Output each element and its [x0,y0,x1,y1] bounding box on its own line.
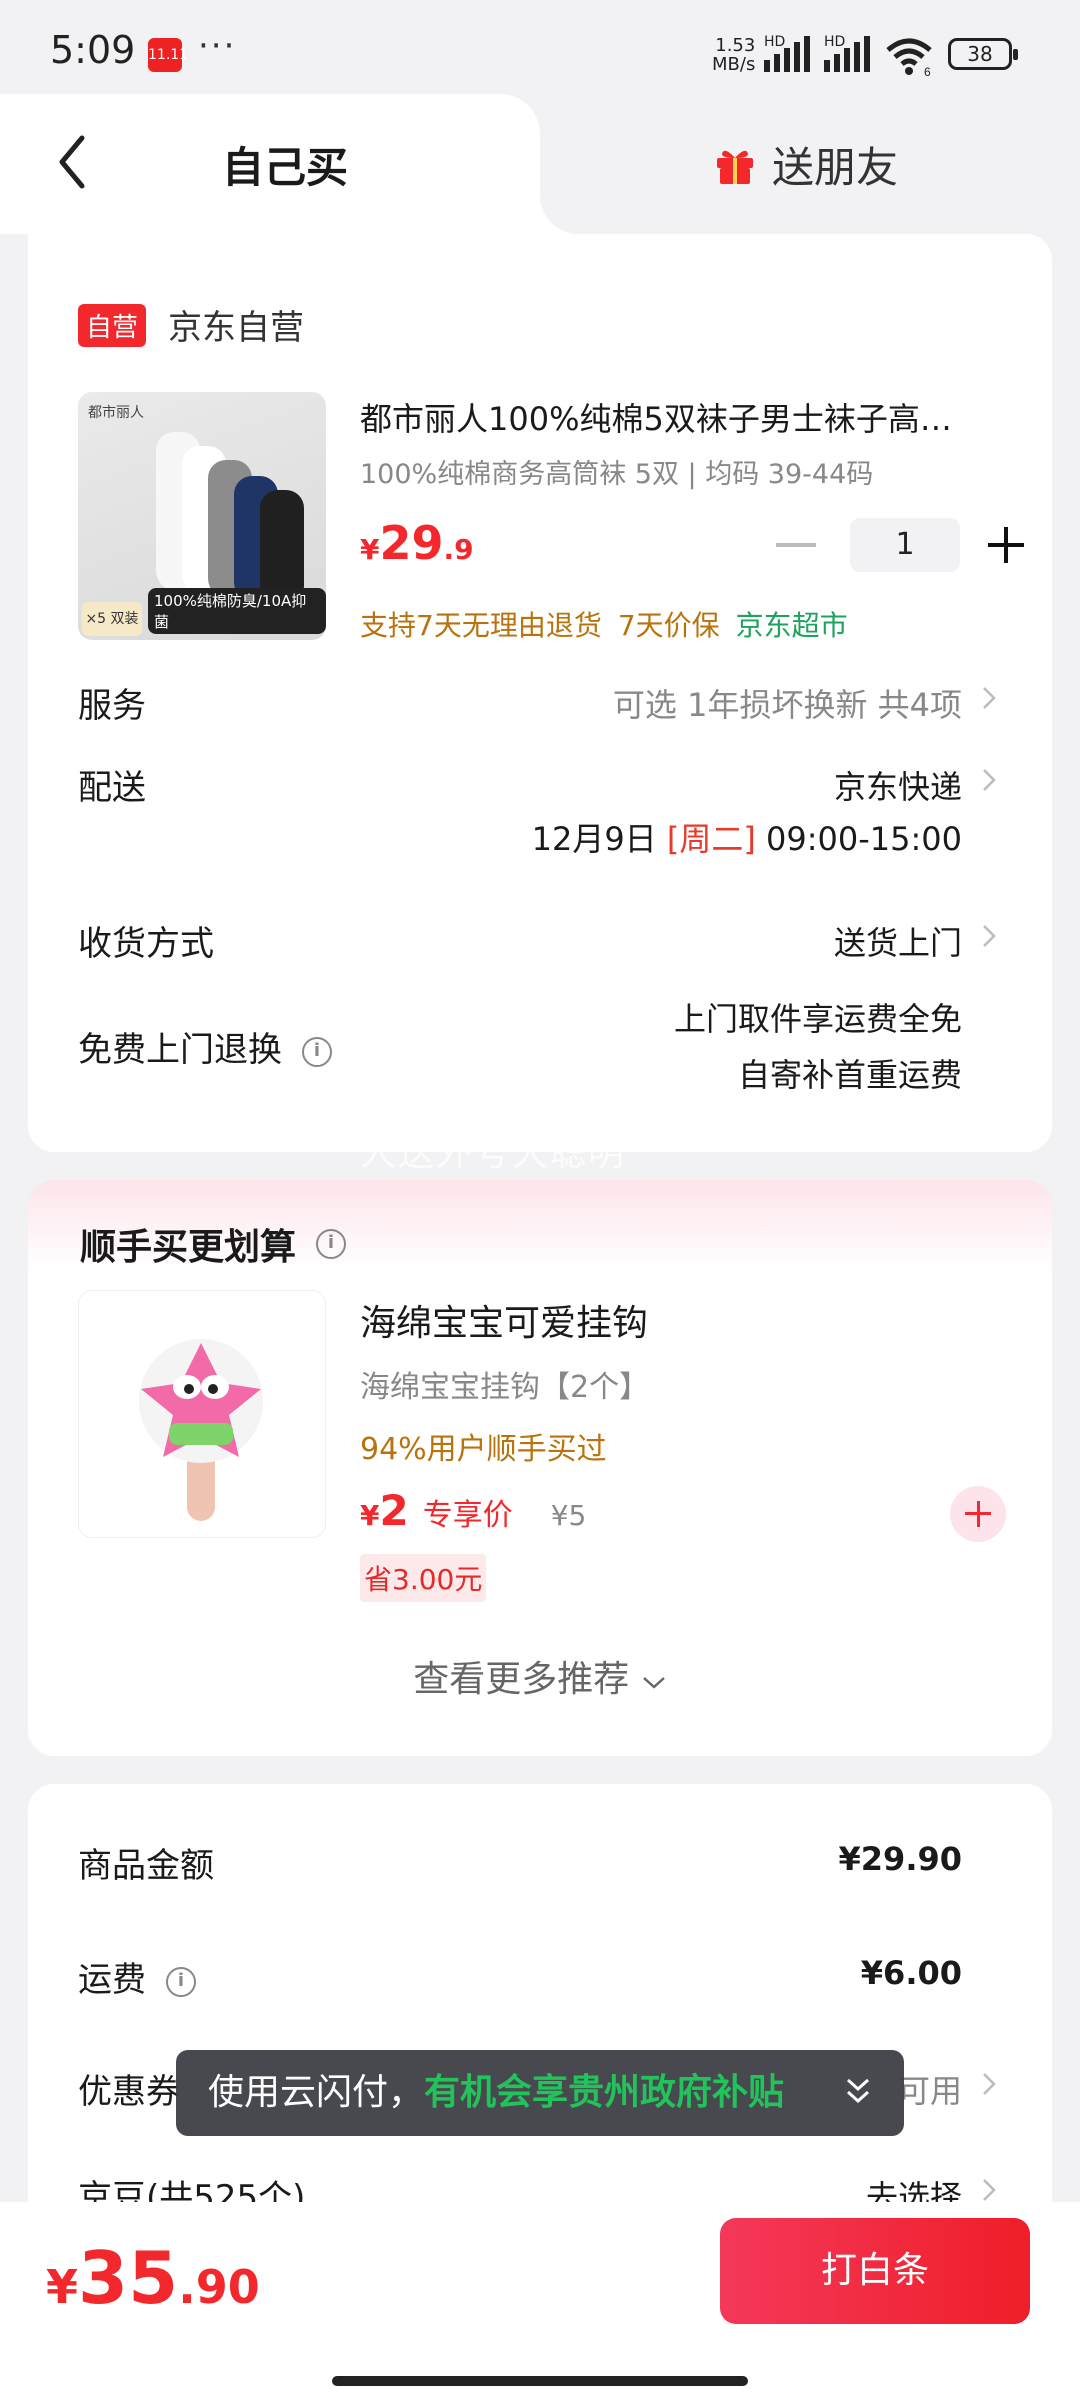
tag-7day-return: 支持7天无理由退货 [360,609,602,642]
net-speed-unit: MB/s [712,54,756,75]
net-speed: 1.53 MB/s [712,36,755,74]
receive-method-value[interactable]: 送货上门 [834,918,962,964]
delivery-carrier[interactable]: 京东快递 [834,762,962,808]
service-tags: 支持7天无理由退货 7天价保 京东超市 [360,604,848,644]
free-return-info-icon[interactable]: i [302,1036,332,1067]
coupon-chevron-icon[interactable] [982,2072,996,2096]
tab-gift-friend-label: 送朋友 [772,143,899,192]
total-price: ¥35.90 [46,2236,260,2320]
quantity-input[interactable]: 1 [850,518,960,572]
free-return-line1: 上门取件享运费全免 [673,1000,962,1038]
signal-1-icon [764,36,810,72]
shipping-value: ¥6.00 [860,1954,962,1992]
exclusive-price-label: 专享价 [422,1498,513,1533]
gift-icon [717,150,753,184]
product-image-caption: 100%纯棉防臭/10A抑菌 [148,588,326,634]
service-chevron-icon[interactable] [982,686,996,710]
delivery-date: 12月9日 [531,820,657,858]
product-price: ¥29.9 [360,516,474,570]
order-card: 自营 京东自营 都市丽人 ×5 双装 100%纯棉防臭/10A抑菌 都市丽人10… [28,234,1052,1152]
recommend-item-price: ¥2 专享价 ¥5 [360,1486,587,1535]
wifi-icon: 6 [886,38,932,76]
back-icon[interactable] [52,132,92,192]
recommend-item-spec: 海绵宝宝挂钩【2个】 [360,1370,650,1405]
goods-amount-label: 商品金额 [78,1846,214,1886]
coupon-label: 优惠券 [78,2072,180,2112]
add-recommend-button[interactable] [950,1486,1006,1542]
receive-chevron-icon[interactable] [982,924,996,948]
jd-beans-chevron-icon[interactable] [982,2178,996,2202]
double-chevron-down-icon[interactable] [844,2076,872,2108]
recommend-item-bought: 94%用户顺手买过 [360,1432,607,1467]
shipping-label: 运费 i [78,1952,196,2001]
signal-2-icon [824,36,870,72]
delivery-time[interactable]: 12月9日 [周二] 09:00-15:00 [532,814,962,860]
recommend-title: 顺手买更划算 i [80,1218,347,1270]
recommend-item-image[interactable] [78,1290,326,1538]
product-spec[interactable]: 100%纯棉商务高筒袜 5双 | 均码 39-44码 [360,452,873,491]
product-image[interactable]: 都市丽人 ×5 双装 100%纯棉防臭/10A抑菌 [78,392,326,640]
service-value[interactable]: 可选 1年损坏换新 共4项 [613,680,962,726]
decrease-quantity-button[interactable] [776,543,816,547]
tag-price-protect: 7天价保 [617,609,720,642]
delivery-chevron-icon[interactable] [982,768,996,792]
free-return-label: 免费上门退换 i [78,1022,332,1071]
more-recommend-button[interactable]: 查看更多推荐 [28,1650,1052,1702]
recommend-info-icon[interactable]: i [316,1229,347,1259]
product-image-count: ×5 双装 [82,602,142,636]
recommend-card: 顺手买更划算 i 海绵宝宝可爱挂钩 海绵宝宝挂钩【2个】 94%用户顺手买过 ¥2… [28,1180,1052,1756]
unionpay-toast[interactable]: 使用云闪付，有机会享贵州政府补贴 [176,2050,904,2136]
recommend-item-title[interactable]: 海绵宝宝可爱挂钩 [360,1294,648,1346]
app-notification-icon: 11.11 [148,38,188,72]
increase-quantity-button[interactable] [988,527,1024,563]
tag-jd-supermarket: 京东超市 [735,609,848,642]
battery-icon: 38 [948,38,1018,70]
goods-amount-value: ¥29.90 [838,1840,962,1878]
status-bar: 5:09 11.11 ··· 1.53 MB/s HD HD 6 38 [0,0,1080,100]
tab-gift-friend[interactable]: 送朋友 [714,134,898,195]
receive-method-label: 收货方式 [78,924,214,964]
service-label: 服务 [78,686,146,726]
tab-self-buy-label: 自己买 [222,143,349,192]
shipping-info-icon[interactable]: i [166,1966,196,1997]
quantity-stepper: 1 [776,518,1024,572]
delivery-weekday: [周二] [666,820,756,858]
product-title[interactable]: 都市丽人100%纯棉5双袜子男士袜子高… [360,394,1020,440]
delivery-window: 09:00-15:00 [766,820,962,858]
coupon-value[interactable]: 可用 [898,2066,962,2112]
more-notifications-icon: ··· [198,26,237,66]
self-operated-badge: 自营 [78,304,147,347]
summary-card: 商品金额 ¥29.90 运费 i ¥6.00 优惠券 可用 京豆(共525个) 去… [28,1784,1052,2244]
free-return-line2: 自寄补首重运费 [737,1056,962,1094]
delivery-label: 配送 [78,768,146,808]
purchase-mode-tabs: 自己买 送朋友 [0,94,1080,234]
watermark: 人送外号大聪明 [360,1133,627,1174]
pay-baitiao-button[interactable]: 打白条 [720,2218,1030,2324]
checkout-bar: ¥35.90 打白条 [0,2202,1080,2400]
product-image-brand: 都市丽人 [88,405,144,421]
patrick-hook-image [139,1339,263,1521]
chevron-down-icon [642,1677,665,1689]
shop-name[interactable]: 京东自营 [168,300,304,349]
net-speed-value: 1.53 [715,35,756,56]
original-price: ¥5 [550,1499,587,1532]
status-time: 5:09 [50,28,136,72]
save-amount-badge: 省3.00元 [360,1554,487,1602]
wifi-label: 6 [924,65,931,76]
tab-self-buy[interactable]: 自己买 [0,94,580,234]
home-indicator[interactable] [332,2376,748,2386]
